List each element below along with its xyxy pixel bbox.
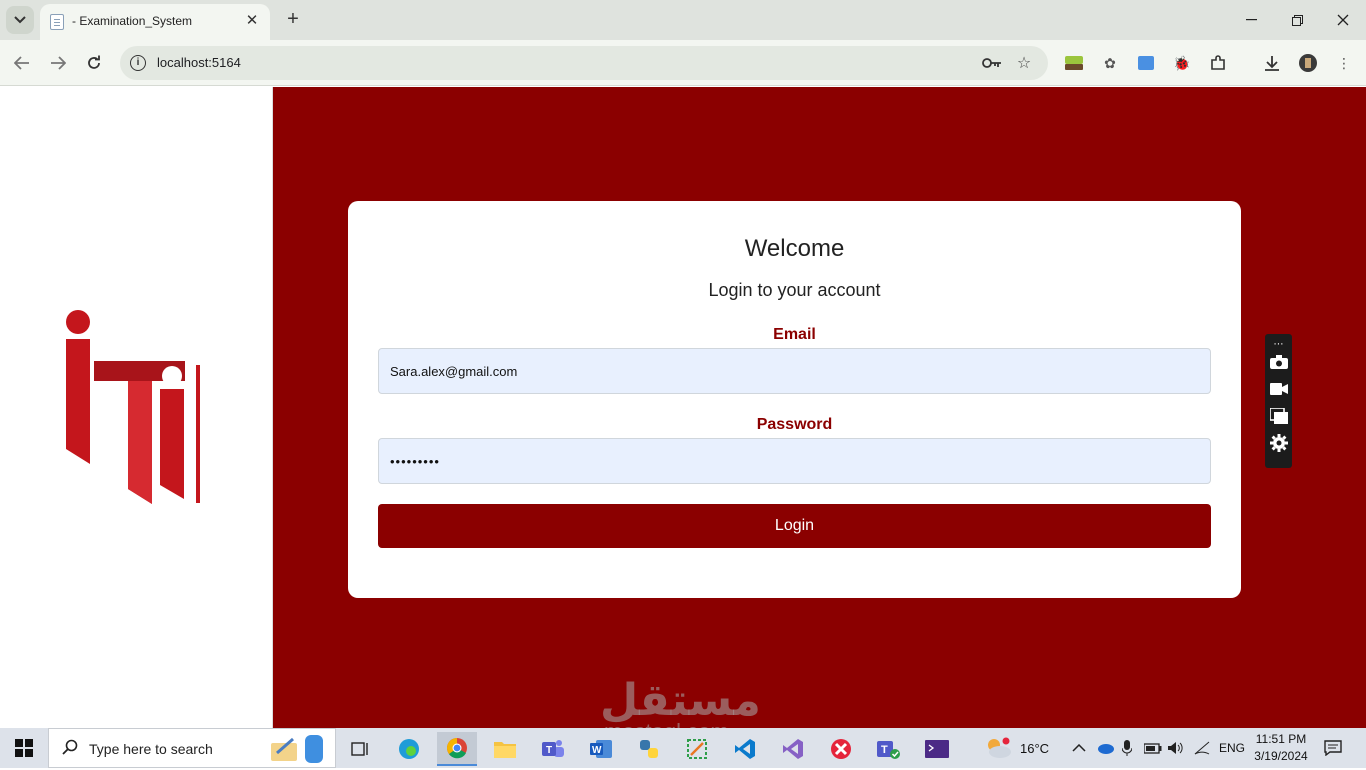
key-icon[interactable] bbox=[982, 53, 1002, 73]
weather-cloud-icon bbox=[988, 737, 1011, 758]
browser-tab-strip: - Examination_System ✕ + bbox=[0, 0, 1366, 40]
profile-avatar[interactable] bbox=[1298, 53, 1318, 73]
reload-icon bbox=[88, 55, 100, 69]
chevron-down-icon bbox=[14, 16, 26, 24]
teams-classic-icon[interactable]: T bbox=[869, 732, 909, 766]
weather-widget[interactable]: 16°C bbox=[984, 728, 1049, 768]
iti-logo bbox=[66, 310, 200, 504]
teams-icon[interactable]: T bbox=[533, 732, 573, 766]
python-icon[interactable] bbox=[629, 732, 669, 766]
close-window-button[interactable] bbox=[1320, 0, 1366, 40]
tab-title: - Examination_System bbox=[72, 14, 193, 28]
clock-date: 3/19/2024 bbox=[1254, 749, 1308, 763]
password-label: Password bbox=[756, 416, 833, 433]
weather-temp: 16°C bbox=[1020, 740, 1050, 756]
login-subheading: Login to your account bbox=[708, 280, 881, 300]
page-content: Welcome Login to your account Email Pass… bbox=[0, 87, 1366, 744]
task-view-icon[interactable] bbox=[340, 732, 380, 766]
tab-search-button[interactable] bbox=[6, 6, 34, 34]
chrome-browser-icon[interactable] bbox=[437, 732, 477, 766]
minimize-icon bbox=[1245, 19, 1257, 21]
browser-toolbar: i localhost:5164 ☆ ✿ 🐞 ⋮ bbox=[0, 40, 1366, 86]
search-icon bbox=[62, 739, 78, 760]
language-indicator[interactable]: ENG bbox=[1219, 728, 1245, 768]
browser-tab[interactable]: - Examination_System ✕ bbox=[40, 4, 270, 40]
file-explorer-icon[interactable] bbox=[485, 732, 525, 766]
extension-tab-icon[interactable] bbox=[1136, 53, 1156, 73]
logo-panel bbox=[0, 87, 273, 728]
close-icon bbox=[1337, 14, 1349, 26]
email-field[interactable] bbox=[378, 348, 1211, 394]
extension-flower-icon[interactable]: ✿ bbox=[1100, 53, 1120, 73]
snipping-tool-icon[interactable] bbox=[677, 732, 717, 766]
notifications-icon[interactable] bbox=[1324, 728, 1342, 768]
minimize-button[interactable] bbox=[1228, 0, 1274, 40]
login-panel: Welcome Login to your account Email Pass… bbox=[273, 87, 1366, 728]
back-button[interactable] bbox=[8, 49, 36, 77]
taskbar-clock[interactable]: 11:51 PM 3/19/2024 bbox=[1248, 731, 1314, 765]
url-text[interactable]: localhost:5164 bbox=[157, 55, 241, 70]
camera-icon[interactable] bbox=[1269, 352, 1288, 371]
svg-text:W: W bbox=[592, 745, 602, 756]
restore-button[interactable] bbox=[1274, 0, 1320, 40]
extension-plant-icon[interactable] bbox=[1064, 53, 1084, 73]
svg-text:T: T bbox=[881, 744, 888, 756]
window-capture-icon[interactable] bbox=[1269, 406, 1288, 425]
menu-kebab-icon[interactable]: ⋮ bbox=[1334, 53, 1354, 73]
welcome-heading: Welcome bbox=[744, 235, 845, 262]
microphone-icon[interactable] bbox=[1122, 728, 1132, 768]
onedrive-icon[interactable] bbox=[1096, 728, 1114, 768]
extension-bug-icon[interactable]: 🐞 bbox=[1172, 53, 1192, 73]
svg-text:T: T bbox=[546, 745, 552, 756]
email-label: Email bbox=[773, 326, 816, 343]
forward-arrow-icon bbox=[51, 56, 66, 70]
search-highlight-icon bbox=[267, 733, 331, 770]
visual-studio-icon[interactable] bbox=[773, 732, 813, 766]
start-button[interactable] bbox=[0, 728, 48, 768]
extensions-puzzle-icon[interactable] bbox=[1208, 53, 1228, 73]
page-icon bbox=[50, 14, 64, 30]
restore-icon bbox=[1291, 14, 1303, 26]
battery-icon[interactable] bbox=[1144, 728, 1162, 768]
edge-browser-icon[interactable] bbox=[389, 732, 429, 766]
site-info-icon[interactable]: i bbox=[130, 55, 146, 71]
vscode-icon[interactable] bbox=[725, 732, 765, 766]
new-tab-button[interactable]: + bbox=[282, 8, 304, 30]
windows-taskbar: Type here to search T W T 16°C ENG 11:51… bbox=[0, 728, 1366, 768]
word-icon[interactable]: W bbox=[581, 732, 621, 766]
reload-button[interactable] bbox=[80, 49, 108, 77]
clock-time: 11:51 PM bbox=[1255, 732, 1307, 746]
volume-icon[interactable] bbox=[1168, 728, 1184, 768]
terminal-icon[interactable] bbox=[917, 732, 957, 766]
back-arrow-icon bbox=[14, 56, 29, 70]
video-camera-icon[interactable] bbox=[1269, 379, 1288, 398]
bookmark-star-icon[interactable]: ☆ bbox=[1014, 53, 1034, 73]
windows-logo-icon bbox=[15, 739, 33, 757]
login-card: Welcome Login to your account Email Pass… bbox=[348, 201, 1241, 598]
wifi-icon[interactable] bbox=[1194, 728, 1210, 768]
login-button[interactable]: Login bbox=[378, 504, 1211, 548]
xmind-icon[interactable] bbox=[821, 732, 861, 766]
forward-button[interactable] bbox=[44, 49, 72, 77]
capture-toolbar: ⋯ bbox=[1265, 334, 1292, 468]
address-bar[interactable]: i localhost:5164 ☆ bbox=[120, 46, 1048, 80]
download-icon[interactable] bbox=[1262, 53, 1282, 73]
password-field[interactable] bbox=[378, 438, 1211, 484]
search-placeholder: Type here to search bbox=[89, 741, 213, 757]
taskbar-search[interactable]: Type here to search bbox=[48, 728, 336, 768]
settings-gear-icon[interactable] bbox=[1269, 433, 1288, 452]
close-tab-icon[interactable]: ✕ bbox=[242, 11, 262, 31]
tray-overflow-icon[interactable] bbox=[1072, 728, 1086, 768]
